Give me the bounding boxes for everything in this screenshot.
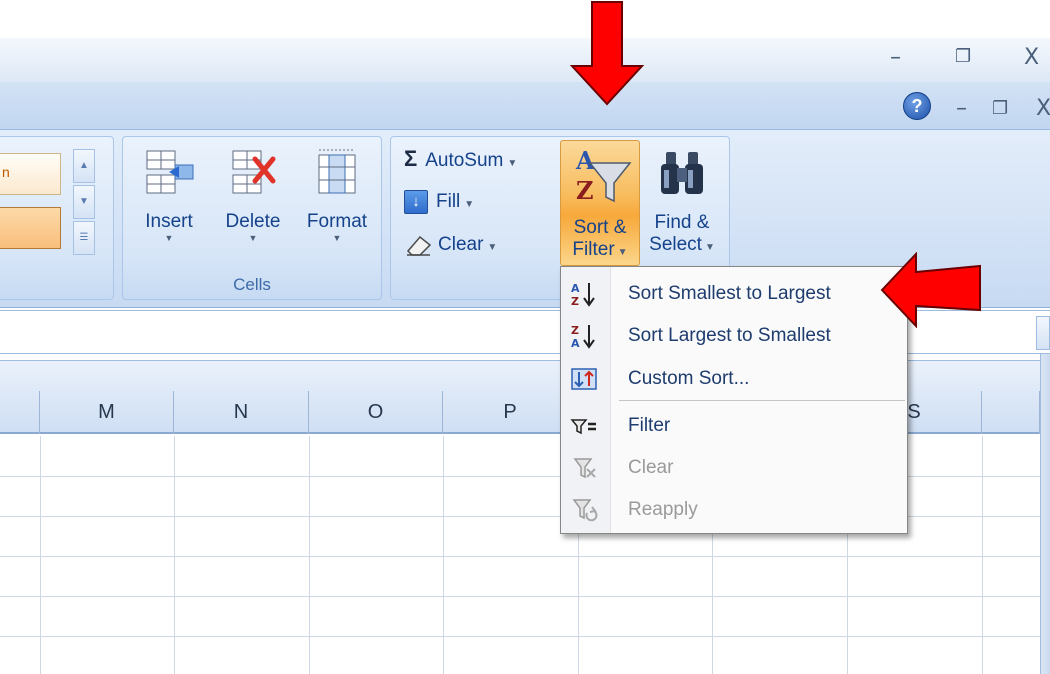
workbook-close-button[interactable]: X <box>1036 96 1050 121</box>
cells-group-label: Cells <box>233 275 271 294</box>
styles-more-button[interactable]: ☰ <box>73 221 95 255</box>
filter-icon <box>570 419 596 435</box>
fill-label: Fill <box>436 191 461 212</box>
menu-item-sort-smallest-to-largest[interactable]: A Z Sort Smallest to Largest <box>561 273 907 315</box>
insert-cells-icon <box>146 150 194 194</box>
menu-item-sort-largest-to-smallest[interactable]: Z A Sort Largest to Smallest <box>561 315 907 357</box>
grid-line <box>309 436 310 674</box>
sort-filter-button[interactable]: A Z Sort & Filter ▼ <box>560 140 640 266</box>
clear-label: Clear <box>438 234 484 255</box>
column-header-n[interactable]: N <box>174 391 309 434</box>
cells-group: Insert ▼ Delete ▼ Format ▼ Cells <box>122 136 382 300</box>
menu-item-label: Sort Smallest to Largest <box>628 283 831 304</box>
sort-filter-dropdown-caret-icon: ▼ <box>617 247 628 258</box>
svg-text:Z: Z <box>576 176 594 205</box>
menu-separator <box>619 400 905 401</box>
delete-button[interactable]: Delete ▼ <box>215 147 291 257</box>
svg-text:Z: Z <box>571 295 579 307</box>
grid-line <box>982 436 983 674</box>
format-button-label: Format <box>306 211 368 232</box>
app-minimize-button[interactable]: – <box>890 45 901 70</box>
grid-line <box>40 436 41 674</box>
grid-line <box>0 596 1040 597</box>
sort-filter-label-line1: Sort & <box>573 217 627 238</box>
styles-scroll-up-button[interactable]: ▲ <box>73 149 95 183</box>
column-header-o[interactable]: O <box>309 391 443 434</box>
insert-dropdown-caret-icon: ▼ <box>164 233 174 243</box>
menu-item-clear: Clear <box>561 447 907 489</box>
menu-item-reapply: Reapply <box>561 489 907 531</box>
find-select-dropdown-caret-icon: ▼ <box>704 242 715 253</box>
delete-cells-icon <box>232 150 276 194</box>
workbook-minimize-button[interactable]: – <box>956 96 967 121</box>
eraser-icon <box>406 235 432 256</box>
sort-ascending-icon: A Z <box>571 282 595 307</box>
styles-scroll-down-button[interactable]: ▼ <box>73 185 95 219</box>
fill-dropdown-caret-icon: ▼ <box>464 199 475 210</box>
sort-filter-icon: A Z <box>575 146 632 205</box>
cell-style-swatch-2[interactable] <box>0 207 61 249</box>
svg-text:A: A <box>571 337 580 349</box>
reapply-filter-icon <box>572 499 598 522</box>
help-icon[interactable]: ? <box>903 92 931 120</box>
fill-button[interactable]: ↓ Fill ▼ <box>404 185 474 219</box>
clear-dropdown-caret-icon: ▼ <box>487 242 498 253</box>
column-header-l[interactable] <box>0 391 40 434</box>
clear-filter-icon <box>573 458 596 479</box>
help-icon-glyph: ? <box>911 96 923 116</box>
grid-line <box>0 636 1040 637</box>
sort-filter-menu: A Z Sort Smallest to Largest Z A Sort La… <box>560 266 908 534</box>
menu-item-custom-sort[interactable]: Custom Sort... <box>561 358 907 400</box>
menu-item-label: Reapply <box>628 499 698 520</box>
app-close-button[interactable]: X <box>1024 45 1039 70</box>
custom-sort-icon <box>571 368 597 390</box>
find-select-label-line2: Select <box>649 234 702 255</box>
delete-button-label: Delete <box>225 211 281 232</box>
svg-text:Z: Z <box>571 324 579 337</box>
styles-group: n ▲ ▼ ☰ <box>0 136 114 300</box>
format-dropdown-caret-icon: ▼ <box>332 233 342 243</box>
autosum-button[interactable]: Σ AutoSum ▼ <box>404 142 517 176</box>
workbook-restore-button[interactable]: ❐ <box>992 98 1008 119</box>
sigma-icon: Σ <box>404 146 418 171</box>
svg-text:A: A <box>575 146 595 175</box>
insert-button-label: Insert <box>145 211 193 232</box>
sort-descending-icon: Z A <box>571 324 595 349</box>
red-left-arrow-icon <box>880 252 981 328</box>
app-restore-button[interactable]: ❐ <box>955 46 971 67</box>
red-down-arrow-icon <box>570 1 645 106</box>
ribbon-tab-strip <box>0 82 1050 130</box>
grid-line <box>0 556 1040 557</box>
format-cells-icon <box>318 149 356 194</box>
fill-down-icon: ↓ <box>404 189 428 214</box>
autosum-dropdown-caret-icon: ▼ <box>507 158 518 169</box>
column-header-p[interactable]: P <box>443 391 578 434</box>
sort-filter-label-line2: Filter <box>572 239 615 260</box>
column-header-t[interactable] <box>982 391 1040 434</box>
grid-line <box>443 436 444 674</box>
autosum-label: AutoSum <box>425 150 504 171</box>
cell-style-swatch-1[interactable]: n <box>0 153 61 195</box>
delete-dropdown-caret-icon: ▼ <box>248 233 258 243</box>
find-select-button[interactable]: Find & Select ▼ <box>642 140 722 266</box>
find-select-label-line1: Find & <box>654 212 710 233</box>
svg-text:A: A <box>571 282 580 295</box>
clear-button[interactable]: Clear ▼ <box>404 228 497 262</box>
column-header-m[interactable]: M <box>40 391 174 434</box>
menu-item-label: Sort Largest to Smallest <box>628 325 831 346</box>
binoculars-icon <box>661 152 703 194</box>
menu-item-filter[interactable]: Filter <box>561 405 907 447</box>
menu-item-label: Filter <box>628 415 671 436</box>
menu-item-label: Custom Sort... <box>628 368 750 389</box>
menu-item-label: Clear <box>628 457 674 478</box>
vertical-scrollbar[interactable] <box>1040 354 1050 674</box>
formula-bar-expand-button[interactable] <box>1036 316 1050 350</box>
grid-line <box>174 436 175 674</box>
format-button[interactable]: Format ▼ <box>297 147 377 257</box>
insert-button[interactable]: Insert ▼ <box>131 147 207 257</box>
